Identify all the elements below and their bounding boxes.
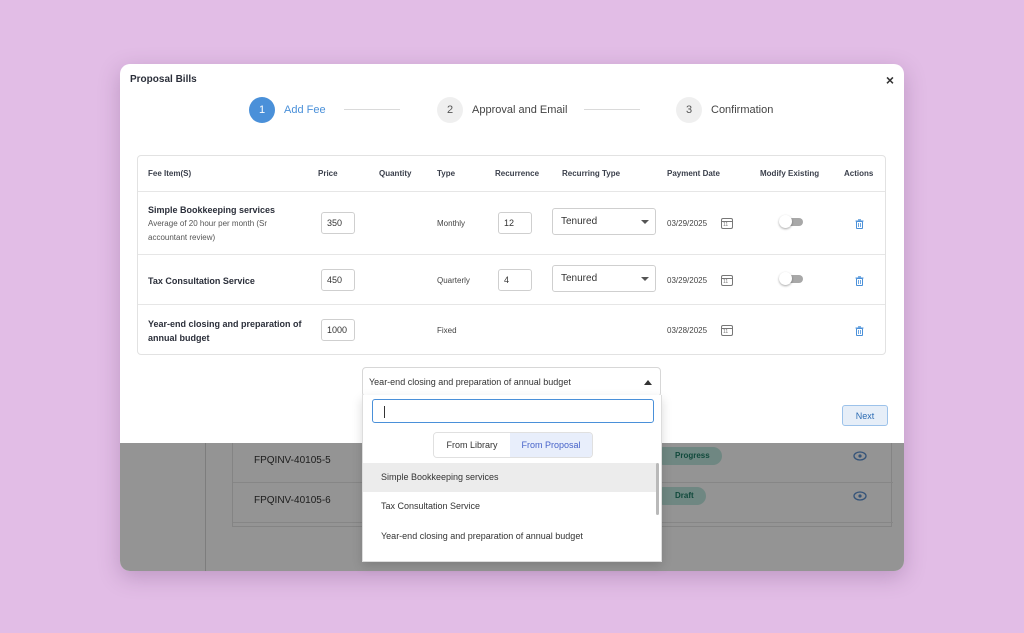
- column-header: Payment Date: [667, 169, 720, 178]
- dropdown-option[interactable]: Simple Bookkeeping services: [363, 463, 657, 492]
- recurrence-input[interactable]: 12: [498, 212, 532, 234]
- trash-icon[interactable]: [855, 326, 864, 336]
- fee-item-name: Tax Consultation Service: [148, 274, 298, 288]
- step-connector: [344, 109, 400, 110]
- column-header: Actions: [844, 169, 874, 178]
- step-approval-email[interactable]: 2 Approval and Email: [437, 96, 567, 124]
- fee-item-description: Average of 20 hour per month (Sr account…: [148, 219, 268, 242]
- toggle-knob: [779, 215, 792, 228]
- price-input[interactable]: 1000: [321, 319, 355, 341]
- recurring-type-select[interactable]: Tenured: [552, 265, 656, 292]
- next-button[interactable]: Next: [842, 405, 888, 426]
- tab-from-proposal[interactable]: From Proposal: [510, 433, 592, 457]
- price-input[interactable]: 350: [321, 212, 355, 234]
- source-tabs: From Library From Proposal: [433, 432, 593, 458]
- column-header: Modify Existing: [760, 169, 820, 178]
- column-header: Recurring Type: [562, 169, 621, 178]
- calendar-icon[interactable]: [721, 218, 733, 229]
- calendar-icon[interactable]: [721, 325, 733, 336]
- fee-type: Quarterly: [437, 276, 470, 285]
- stepper: 1 Add Fee 2 Approval and Email 3 Confirm…: [120, 96, 904, 124]
- modify-existing-toggle[interactable]: [779, 272, 803, 285]
- trash-icon[interactable]: [855, 219, 864, 229]
- payment-date: 03/28/2025: [667, 326, 708, 335]
- column-header: Quantity: [379, 169, 412, 178]
- step-label: Approval and Email: [472, 104, 568, 116]
- tab-from-library[interactable]: From Library: [434, 433, 510, 457]
- chevron-down-icon: [641, 277, 649, 281]
- dropdown-scrollbar[interactable]: [656, 463, 659, 515]
- step-connector: [584, 109, 640, 110]
- recurring-type-value: Tenured: [561, 216, 598, 227]
- recurrence-input[interactable]: 4: [498, 269, 532, 291]
- dropdown-search-input[interactable]: [372, 399, 654, 423]
- fee-item-title: Simple Bookkeeping services: [148, 205, 276, 215]
- text-cursor: [384, 406, 385, 418]
- trash-icon[interactable]: [855, 276, 864, 286]
- table-row: Simple Bookkeeping services Average of 2…: [138, 192, 885, 255]
- column-header: Recurrence: [495, 169, 540, 178]
- chevron-down-icon: [641, 220, 649, 224]
- payment-date: 03/29/2025: [667, 276, 708, 285]
- step-confirmation[interactable]: 3 Confirmation: [676, 96, 773, 124]
- close-icon[interactable]: ×: [886, 72, 894, 88]
- step-add-fee[interactable]: 1 Add Fee: [249, 96, 326, 124]
- modify-existing-toggle[interactable]: [779, 215, 803, 228]
- recurring-type-value: Tenured: [561, 273, 598, 284]
- fee-item-dropdown: From Library From Proposal Simple Bookke…: [362, 395, 662, 562]
- fee-table: Fee Item(S) Price Quantity Type Recurren…: [137, 155, 886, 355]
- dropdown-option[interactable]: Year-end closing and preparation of annu…: [363, 522, 657, 551]
- step-number: 1: [249, 97, 275, 123]
- column-header: Fee Item(S): [148, 169, 192, 178]
- dialog-title: Proposal Bills: [130, 74, 197, 85]
- fee-item-select-value: Year-end closing and preparation of annu…: [369, 377, 571, 387]
- table-row: Tax Consultation Service 450 Quarterly 4…: [138, 256, 885, 305]
- fee-item-select[interactable]: Year-end closing and preparation of annu…: [362, 367, 661, 397]
- column-header: Type: [437, 169, 456, 178]
- dropdown-option[interactable]: Tax Consultation Service: [363, 492, 657, 521]
- fee-item-name: Year-end closing and preparation of annu…: [148, 317, 308, 345]
- recurring-type-select[interactable]: Tenured: [552, 208, 656, 235]
- payment-date: 03/29/2025: [667, 219, 708, 228]
- step-label: Add Fee: [284, 104, 326, 116]
- step-label: Confirmation: [711, 104, 774, 116]
- fee-item-name: Simple Bookkeeping services Average of 2…: [148, 203, 298, 245]
- fee-item-title: Year-end closing and preparation of annu…: [148, 319, 302, 343]
- calendar-icon[interactable]: [721, 275, 733, 286]
- column-header: Price: [318, 169, 338, 178]
- toggle-knob: [779, 272, 792, 285]
- table-row: Year-end closing and preparation of annu…: [138, 306, 885, 355]
- table-header: Fee Item(S) Price Quantity Type Recurren…: [138, 156, 885, 192]
- fee-type: Monthly: [437, 219, 466, 228]
- price-input[interactable]: 450: [321, 269, 355, 291]
- fee-item-title: Tax Consultation Service: [148, 276, 255, 286]
- step-number: 3: [676, 97, 702, 123]
- chevron-up-icon: [644, 380, 652, 385]
- fee-type: Fixed: [437, 326, 457, 335]
- step-number: 2: [437, 97, 463, 123]
